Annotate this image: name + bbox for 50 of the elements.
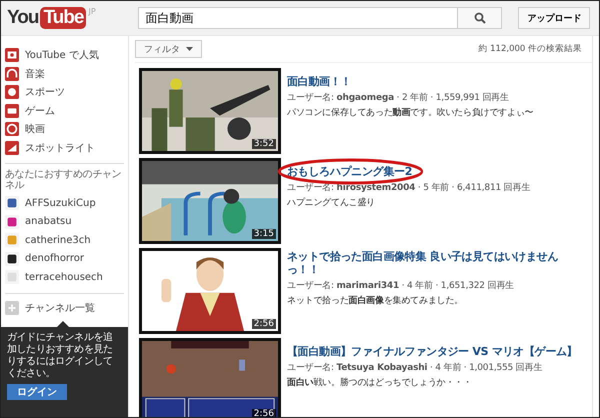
login-button[interactable]: ログイン xyxy=(7,384,67,400)
movies-icon xyxy=(5,122,19,136)
avatar-icon xyxy=(5,270,19,284)
channel-item[interactable]: catherine3ch xyxy=(25,234,91,246)
section-heading: あなたにおすすめのチャンネル xyxy=(4,169,122,193)
music-icon xyxy=(5,66,19,81)
result-count: 約 112,000 件の検索結果 xyxy=(478,43,582,55)
sidebar-item[interactable]: YouTube で人気 xyxy=(25,48,99,62)
video-description: ハプニングてんこ盛り xyxy=(287,196,376,209)
channel-item[interactable]: anabatsu xyxy=(25,216,72,228)
search-icon xyxy=(474,12,486,24)
plus-icon xyxy=(5,300,19,315)
video-title[interactable]: 【面白動画】ファイナルファンタジー VS マリオ【ゲーム】 xyxy=(287,345,586,358)
video-title[interactable]: 面白動画！！ xyxy=(287,75,360,88)
sidebar-item[interactable]: ゲーム xyxy=(25,104,55,118)
search-field[interactable]: 面白動画 xyxy=(138,7,458,29)
video-meta: ユーザー名: hirosystem2004 · 5 年前 · 6,411,811 回再生 xyxy=(287,182,532,194)
avatar-icon xyxy=(5,233,19,248)
video-description: パソコンに保存してあった動画です。吹いたら負けですよぃ〜 xyxy=(287,106,534,119)
region-label: JP xyxy=(88,7,97,16)
avatar-icon xyxy=(5,214,19,229)
caret-icon xyxy=(186,47,193,51)
channel-item[interactable]: terracehousech xyxy=(25,272,103,283)
avatar-icon xyxy=(5,196,19,210)
games-icon xyxy=(5,104,19,118)
filter-button[interactable]: フィルタ xyxy=(135,40,202,58)
video-description: 面白い戦い。勝つのはどっちでしょうか・・・ xyxy=(287,376,473,389)
avatar-icon xyxy=(5,252,19,266)
video-title[interactable]: ネットで拾った面白画像特集 良い子は見てはいけませんっ！！ xyxy=(287,250,592,276)
sidebar-item[interactable]: スポーツ xyxy=(25,85,65,100)
sports-icon xyxy=(5,85,19,100)
upload-button[interactable]: アップロード xyxy=(518,7,590,29)
duration-badge: 3:52 xyxy=(252,139,276,149)
video-meta: ユーザー名: ohgaomega · 2 年前 · 1,559,991 回再生 xyxy=(287,92,510,104)
sidebar-item[interactable]: スポットライト xyxy=(25,140,95,155)
tooltip-text: ガイドにチャンネルを追加したりおすすめを見たりするにはログインしてください。 xyxy=(7,332,114,380)
video-meta: ユーザー名: Tetsuya Kobayashi · 4 年前 · 1,001,555 回再生 xyxy=(287,362,544,374)
channel-item[interactable]: denofhorror xyxy=(25,253,84,264)
sidebar-item[interactable]: 音楽 xyxy=(25,66,45,81)
duration-badge: 3:15 xyxy=(252,229,276,239)
search-button[interactable] xyxy=(457,7,502,29)
popular-icon xyxy=(5,48,19,62)
duration-badge: 2:56 xyxy=(252,319,276,329)
channel-item[interactable]: AFFSuzukiCup xyxy=(25,198,96,209)
sidebar-item[interactable]: 映画 xyxy=(25,122,45,136)
channel-list-link[interactable]: チャンネル一覧 xyxy=(25,300,95,315)
video-meta: ユーザー名: marimari341 · 4 年前 · 1,651,322 回再生 xyxy=(287,280,515,292)
spotlight-icon xyxy=(5,140,19,155)
duration-badge: 2:56 xyxy=(252,409,276,417)
video-description: ネットで拾った面白画像を集めてみました。 xyxy=(287,294,464,307)
